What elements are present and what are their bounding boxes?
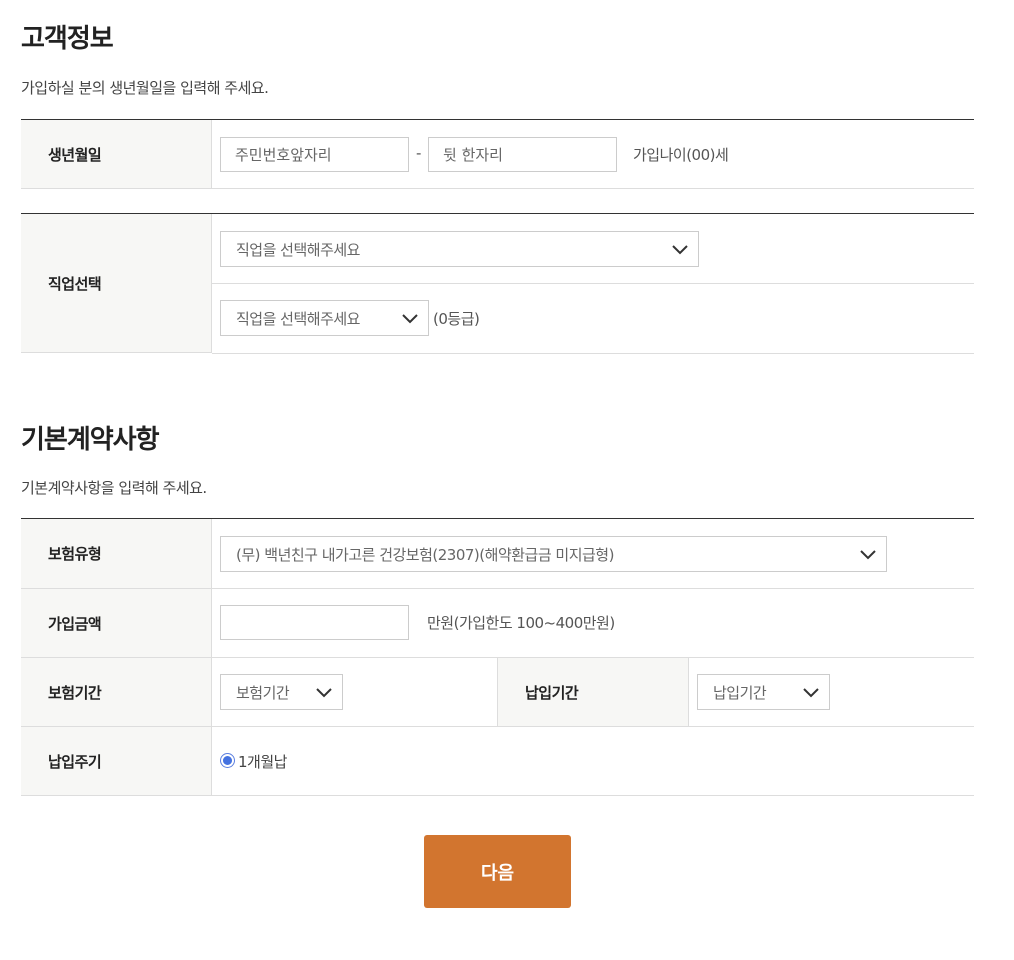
cycle-row: 납입주기 1개월납 (21, 727, 974, 796)
amount-row: 가입금액 만원(가입한도 100~400만원) (21, 589, 974, 658)
next-button[interactable]: 다음 (424, 835, 571, 908)
chevron-down-icon (672, 245, 688, 255)
insurance-type-row: 보험유형 (무) 백년친구 내가고른 건강보험(2307)(해약환급금 미지급형… (21, 519, 974, 589)
radio-checked-icon[interactable] (220, 753, 235, 768)
job-row-2: 직업을 선택해주세요 (0등급) (212, 284, 974, 354)
chevron-down-icon (402, 314, 418, 324)
age-note: 가입나이(00)세 (633, 146, 729, 164)
insurance-type-value: (무) 백년친구 내가고른 건강보험(2307)(해약환급금 미지급형) (236, 545, 614, 564)
contract-table: 보험유형 (무) 백년친구 내가고른 건강보험(2307)(해약환급금 미지급형… (21, 518, 974, 796)
job-row-1: 직업을 선택해주세요 (212, 214, 974, 284)
job-grade-note: (0등급) (433, 310, 480, 328)
insurance-type-label: 보험유형 (21, 519, 212, 588)
job-select-2[interactable]: 직업을 선택해주세요 (220, 300, 429, 336)
period-select-value: 보험기간 (236, 683, 290, 702)
job-table: 직업선택 직업을 선택해주세요 직업을 선택해주세요 (0등급) (21, 213, 974, 354)
period-row: 보험기간 보험기간 납입기간 납입기간 (21, 658, 974, 727)
job-select-2-value: 직업을 선택해주세요 (236, 309, 360, 328)
pay-period-select-value: 납입기간 (713, 683, 767, 702)
chevron-down-icon (316, 688, 332, 698)
contract-section-title: 기본계약사항 (21, 425, 160, 455)
period-select[interactable]: 보험기간 (220, 674, 343, 710)
contract-section-desc: 기본계약사항을 입력해 주세요. (21, 479, 207, 497)
birth-label: 생년월일 (21, 120, 212, 188)
cycle-option-label[interactable]: 1개월납 (238, 751, 287, 772)
pay-period-select[interactable]: 납입기간 (697, 674, 830, 710)
job-select-1[interactable]: 직업을 선택해주세요 (220, 231, 699, 267)
amount-label: 가입금액 (21, 589, 212, 657)
pay-period-label: 납입기간 (497, 658, 689, 726)
job-label: 직업선택 (21, 214, 212, 353)
birth-front-input[interactable] (220, 137, 409, 172)
chevron-down-icon (803, 688, 819, 698)
chevron-down-icon (860, 550, 876, 560)
birth-separator: - (416, 144, 421, 162)
birth-table: 생년월일 - 가입나이(00)세 (21, 119, 974, 190)
insurance-type-select[interactable]: (무) 백년친구 내가고른 건강보험(2307)(해약환급금 미지급형) (220, 536, 887, 572)
period-label: 보험기간 (21, 658, 212, 726)
customer-section-desc: 가입하실 분의 생년월일을 입력해 주세요. (21, 79, 269, 97)
amount-input[interactable] (220, 605, 409, 640)
cycle-label: 납입주기 (21, 727, 212, 795)
job-select-1-value: 직업을 선택해주세요 (236, 240, 360, 259)
birth-back-input[interactable] (428, 137, 617, 172)
amount-note: 만원(가입한도 100~400만원) (427, 614, 615, 632)
customer-section-title: 고객정보 (21, 24, 114, 54)
birth-row: 생년월일 - 가입나이(00)세 (21, 120, 974, 189)
